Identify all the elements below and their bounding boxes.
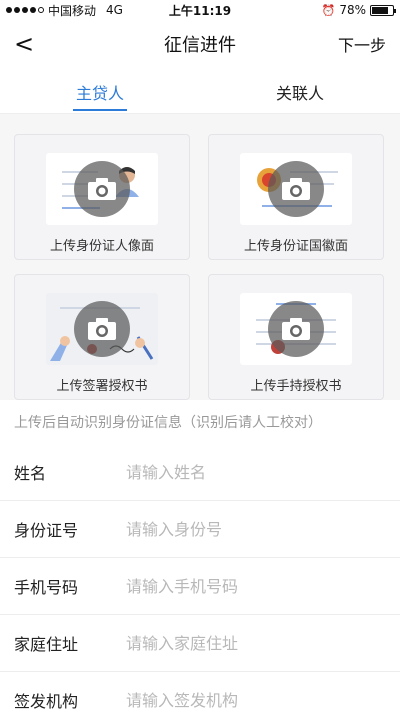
upload-handheld-authorization-card[interactable]: 上传手持授权书 [208,274,384,400]
camera-icon [74,161,130,217]
upload-area: 上传身份证人像面 上传身份证国徽面 上传签署授权书 上传手持授权书 [0,130,400,400]
form-row-phone: 手机号码 [0,558,400,615]
id-number-input[interactable] [126,519,400,539]
handheld-authorization-thumbnail [240,293,352,365]
section-gap [0,114,400,130]
upload-id-emblem-card[interactable]: 上传身份证国徽面 [208,134,384,260]
borrower-form: 姓名 身份证号 手机号码 家庭住址 签发机构 [0,444,400,718]
battery-fill [372,6,388,14]
upload-id-portrait-card[interactable]: 上传身份证人像面 [14,134,190,260]
tab-main-borrower[interactable]: 主贷人 [0,68,200,113]
upload-label: 上传签署授权书 [56,379,148,394]
battery-icon [370,4,396,16]
camera-icon [74,301,130,357]
phone-input[interactable] [126,576,400,596]
issuer-input[interactable] [126,690,400,710]
tab-label: 主贷人 [75,84,124,103]
form-row-id-number: 身份证号 [0,501,400,558]
next-step-button[interactable]: 下一步 [338,32,386,56]
carrier-name: 中国移动 [48,3,97,18]
issuer-label: 签发机构 [14,692,79,711]
id-portrait-thumbnail [46,153,158,225]
id-emblem-thumbnail [240,153,352,225]
battery-percent: 78% [339,3,366,17]
upload-label: 上传身份证国徽面 [243,239,348,254]
id-number-label: 身份证号 [14,521,79,540]
upload-label: 上传手持授权书 [250,379,342,394]
tab-related-person[interactable]: 关联人 [200,68,400,113]
nav-bar: < 征信进件 下一步 [0,20,400,68]
alarm-icon: ⏰ [321,3,336,17]
status-left: 中国移动 4G [6,2,123,19]
status-bar: 中国移动 4G 上午11:19 ⏰ 78% [0,0,400,20]
ocr-hint-text: 上传后自动识别身份证信息（识别后请人工校对） [0,400,400,444]
tab-bar: 主贷人 关联人 [0,68,400,114]
name-label: 姓名 [14,464,47,483]
address-label: 家庭住址 [14,635,79,654]
phone-label: 手机号码 [14,578,79,597]
camera-icon [268,301,324,357]
upload-label: 上传身份证人像面 [49,239,154,254]
status-right: ⏰ 78% [321,3,396,17]
network-type: 4G [106,3,123,17]
name-input[interactable] [126,462,400,482]
upload-signed-authorization-card[interactable]: 上传签署授权书 [14,274,190,400]
form-row-address: 家庭住址 [0,615,400,672]
form-row-issuer: 签发机构 [0,672,400,718]
signed-authorization-thumbnail [46,293,158,365]
address-input[interactable] [126,633,400,653]
tab-label: 关联人 [275,84,324,103]
form-row-name: 姓名 [0,444,400,501]
camera-icon [268,161,324,217]
signal-icon [6,7,44,13]
chevron-left-icon[interactable]: < [14,30,38,58]
